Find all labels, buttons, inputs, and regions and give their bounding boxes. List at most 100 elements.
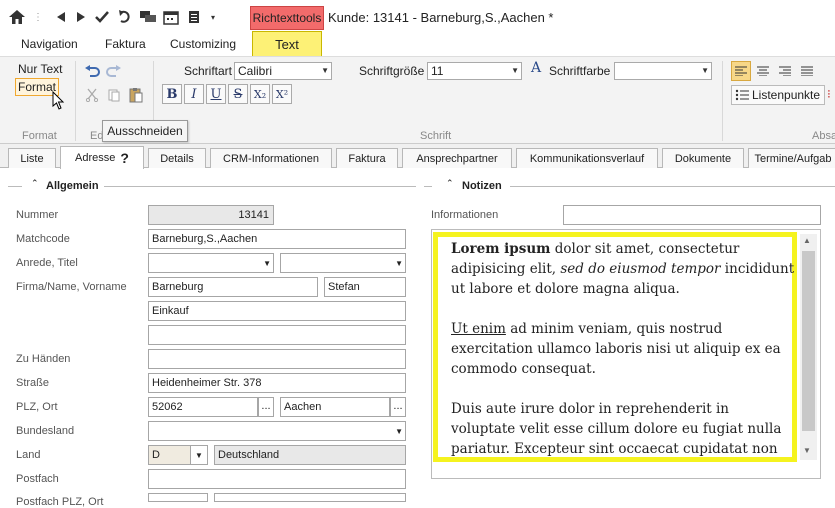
underline-button[interactable]: U	[206, 84, 226, 104]
undo-icon[interactable]	[82, 61, 102, 81]
postfach-ort-field[interactable]	[214, 493, 406, 502]
postfach-plz-field[interactable]	[148, 493, 208, 502]
mouse-cursor-icon	[52, 90, 66, 114]
redo-icon[interactable]	[104, 61, 124, 81]
color-combobox[interactable]: ▼	[614, 62, 712, 80]
ribbon-separator	[75, 61, 76, 141]
postfach-plz-label: Postfach PLZ, Ort	[16, 496, 104, 508]
scroll-down-icon[interactable]: ▼	[803, 446, 811, 455]
informationen-field[interactable]	[563, 205, 821, 225]
comments-icon[interactable]	[138, 8, 158, 26]
italic-button[interactable]: I	[184, 84, 204, 104]
nur-text-button[interactable]: Nur Text	[18, 62, 62, 76]
nummer-label: Nummer	[16, 209, 59, 221]
matchcode-field[interactable]: Barneburg,S.,Aachen	[148, 229, 406, 249]
document-list-icon[interactable]	[186, 8, 202, 26]
paste-icon[interactable]	[126, 85, 146, 105]
bullet-list-icon	[735, 89, 749, 101]
strasse-label: Straße	[16, 377, 50, 389]
ribbon-separator	[722, 61, 723, 141]
align-left-icon[interactable]	[731, 61, 751, 81]
plz-ort-label: PLZ, Ort	[16, 401, 58, 413]
color-label: Schriftfarbe	[549, 64, 611, 78]
firma3-field[interactable]	[148, 325, 406, 345]
ort-lookup-button[interactable]: ...	[390, 397, 406, 417]
qa-dropdown-icon[interactable]: ▾	[208, 8, 218, 26]
numbered-list-icon[interactable]: ⁝	[827, 87, 831, 101]
menu-navigation[interactable]: Navigation	[21, 37, 78, 51]
nummer-field: 13141	[148, 205, 274, 225]
bold-button[interactable]: B	[162, 84, 182, 104]
land-dropdown-button[interactable]: ▼	[190, 445, 208, 465]
land-label: Land	[16, 449, 41, 461]
section-line	[510, 186, 835, 187]
forward-icon[interactable]	[74, 8, 88, 26]
postfach-label: Postfach	[16, 473, 59, 485]
subscript-button[interactable]: X₂	[250, 84, 270, 104]
paragraph-1: Lorem ipsum dolor sit amet, consectetur …	[451, 239, 796, 299]
tab-termine-aufgaben[interactable]: Termine/Aufgab	[748, 148, 835, 168]
editor-content[interactable]: Lorem ipsum dolor sit amet, consectetur …	[451, 239, 796, 457]
menu-text-tab[interactable]: Text	[252, 31, 322, 56]
tooltip-cut: Ausschneiden	[102, 120, 188, 142]
firma2-field[interactable]: Einkauf	[148, 301, 406, 321]
strasse-field[interactable]: Heidenheimer Str. 378	[148, 373, 406, 393]
tab-liste[interactable]: Liste	[8, 148, 56, 168]
titel-select[interactable]: ▼	[280, 253, 406, 273]
tab-faktura[interactable]: Faktura	[336, 148, 398, 168]
land-name-field: Deutschland	[214, 445, 406, 465]
strikethrough-button[interactable]: S	[228, 84, 248, 104]
matchcode-label: Matchcode	[16, 233, 70, 245]
tab-details[interactable]: Details	[148, 148, 206, 168]
anrede-select[interactable]: ▼	[148, 253, 274, 273]
vorname-field[interactable]: Stefan	[324, 277, 406, 297]
zuhaenden-label: Zu Händen	[16, 353, 71, 365]
chevron-down-icon: ▼	[701, 66, 709, 75]
collapse-notizen-icon[interactable]: ⌃	[446, 178, 454, 189]
align-center-icon[interactable]	[753, 61, 773, 81]
undo-icon[interactable]	[116, 8, 132, 26]
menu-customizing[interactable]: Customizing	[170, 37, 236, 51]
copy-icon[interactable]	[104, 85, 124, 105]
editor-scrollbar-thumb[interactable]	[802, 251, 815, 431]
plz-field[interactable]: 52062	[148, 397, 258, 417]
section-line	[424, 186, 432, 187]
font-combobox[interactable]: Calibri ▼	[234, 62, 332, 80]
context-tab-richtexttools[interactable]: Richtexttools	[250, 6, 324, 30]
size-combobox[interactable]: 11 ▼	[427, 62, 522, 80]
tab-ansprechpartner[interactable]: Ansprechpartner	[402, 148, 512, 168]
tab-crm-informationen[interactable]: CRM-Informationen	[210, 148, 332, 168]
tab-kommunikationsverlauf[interactable]: Kommunikationsverlauf	[516, 148, 658, 168]
font-label: Schriftart	[184, 64, 233, 78]
justify-icon[interactable]	[797, 61, 817, 81]
collapse-allgemein-icon[interactable]: ⌃	[31, 178, 39, 189]
font-color-icon[interactable]: A	[531, 60, 541, 76]
postfach-field[interactable]	[148, 469, 406, 489]
window-title: Kunde: 13141 - Barneburg,S.,Aachen *	[328, 10, 554, 25]
scroll-up-icon[interactable]: ▲	[803, 236, 811, 245]
home-icon[interactable]	[6, 8, 28, 26]
section-allgemein: Allgemein	[46, 180, 99, 192]
tab-dokumente[interactable]: Dokumente	[662, 148, 744, 168]
checkmark-icon[interactable]	[94, 8, 110, 26]
tab-adresse[interactable]: Adresse ?	[60, 146, 144, 169]
menu-faktura[interactable]: Faktura	[105, 37, 146, 51]
chevron-down-icon: ▼	[195, 451, 203, 460]
plz-lookup-button[interactable]: ...	[258, 397, 274, 417]
firma-label: Firma/Name, Vorname	[16, 281, 127, 293]
back-icon[interactable]	[54, 8, 68, 26]
chevron-down-icon: ▼	[395, 259, 403, 268]
help-icon[interactable]: ?	[120, 150, 129, 166]
superscript-button[interactable]: X²	[272, 84, 292, 104]
section-line	[104, 186, 416, 187]
firma-field[interactable]: Barneburg	[148, 277, 318, 297]
cut-icon[interactable]	[82, 85, 102, 105]
align-right-icon[interactable]	[775, 61, 795, 81]
ort-field[interactable]: Aachen	[280, 397, 390, 417]
zuhaenden-field[interactable]	[148, 349, 406, 369]
calendar-icon[interactable]	[162, 8, 180, 26]
bundesland-select[interactable]: ▼	[148, 421, 406, 441]
tab-adresse-label: Adresse	[75, 152, 116, 164]
paragraph-3: Duis aute irure dolor in reprehenderit i…	[451, 399, 796, 457]
bullet-list-button[interactable]: Listenpunkte	[731, 85, 825, 105]
